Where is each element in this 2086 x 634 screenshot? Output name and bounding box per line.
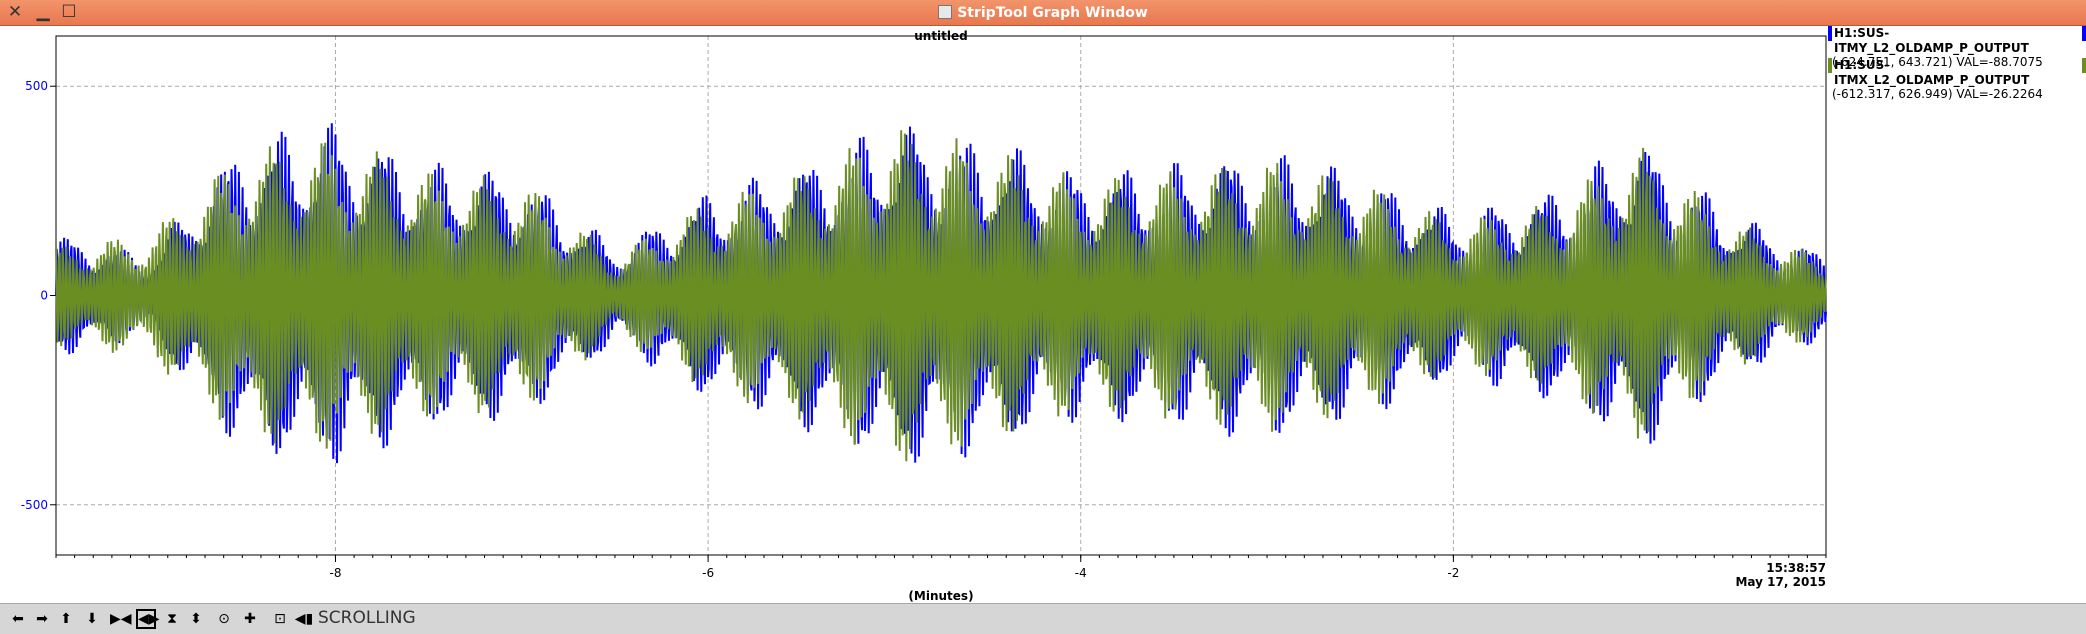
add-icon[interactable]: ✚ bbox=[240, 609, 260, 629]
app-icon bbox=[938, 5, 953, 19]
window-title: StripTool Graph Window bbox=[0, 0, 2086, 26]
x-axis-ticks: -8 -6 -4 -2 bbox=[55, 555, 1827, 580]
toolbar: ⬅ ➡ ⬆ ⬇ ▶◀ ◀▶ ⧗ ⬍ ⊙ ✚ ⊡ ◀▮ SCROLLING bbox=[0, 603, 2086, 634]
pan-left-icon[interactable]: ⬅ bbox=[8, 609, 28, 629]
y-tick-label: 0 bbox=[40, 289, 48, 303]
zoom-in-y-icon[interactable]: ⧗ bbox=[162, 609, 182, 629]
chart-title: untitled bbox=[914, 29, 968, 43]
pan-right-icon[interactable]: ➡ bbox=[32, 609, 52, 629]
y-tick-label: 500 bbox=[25, 79, 48, 93]
mode-label: SCROLLING bbox=[318, 608, 416, 628]
y-tick-label: -500 bbox=[21, 498, 48, 512]
timestamp-time: 15:38:57 bbox=[1766, 561, 1826, 575]
zoom-out-x-icon[interactable]: ◀▶ bbox=[136, 609, 160, 629]
window-title-text: StripTool Graph Window bbox=[957, 5, 1148, 21]
series-line-itmx bbox=[55, 130, 1827, 462]
y-axis-ticks: 500 0 -500 bbox=[21, 79, 56, 512]
legend-name-itmx[interactable]: H1:SUS-ITMX_L2_OLDAMP_P_OUTPUT bbox=[1828, 58, 2086, 87]
legend-name-itmy[interactable]: H1:SUS-ITMY_L2_OLDAMP_P_OUTPUT bbox=[1828, 26, 2086, 55]
legend-range-itmx: (-612.317, 626.949) VAL=-26.2264 bbox=[1832, 87, 2043, 101]
x-tick-label: -2 bbox=[1447, 566, 1459, 580]
zoom-out-y-icon[interactable]: ⬍ bbox=[186, 609, 206, 629]
title-bar: ✕ ▁ ☐ StripTool Graph Window bbox=[0, 0, 2086, 26]
refresh-icon[interactable]: ⊡ bbox=[270, 609, 290, 629]
timestamp-date: May 17, 2015 bbox=[1735, 575, 1826, 589]
pan-up-icon[interactable]: ⬆ bbox=[56, 609, 76, 629]
autoscale-icon[interactable]: ⊙ bbox=[214, 609, 234, 629]
strip-chart[interactable]: untitled 500 0 -500 -8 -6 -4 -2 (Minutes) 15:… bbox=[0, 26, 2086, 603]
x-tick-label: -8 bbox=[329, 566, 341, 580]
x-tick-label: -4 bbox=[1075, 566, 1087, 580]
x-tick-label: -6 bbox=[702, 566, 714, 580]
zoom-in-x-icon[interactable]: ▶◀ bbox=[110, 609, 132, 629]
x-axis-label: (Minutes) bbox=[908, 589, 973, 603]
legend-item-itmx[interactable]: H1:SUS-ITMX_L2_OLDAMP_P_OUTPUT (-612.317… bbox=[1828, 58, 2086, 102]
pan-down-icon[interactable]: ⬇ bbox=[82, 609, 102, 629]
graph-area[interactable]: untitled 500 0 -500 -8 -6 -4 -2 (Minutes) 15:… bbox=[0, 26, 2086, 603]
scroll-mode-icon[interactable]: ◀▮ bbox=[294, 609, 314, 629]
plot-traces bbox=[55, 123, 1827, 464]
